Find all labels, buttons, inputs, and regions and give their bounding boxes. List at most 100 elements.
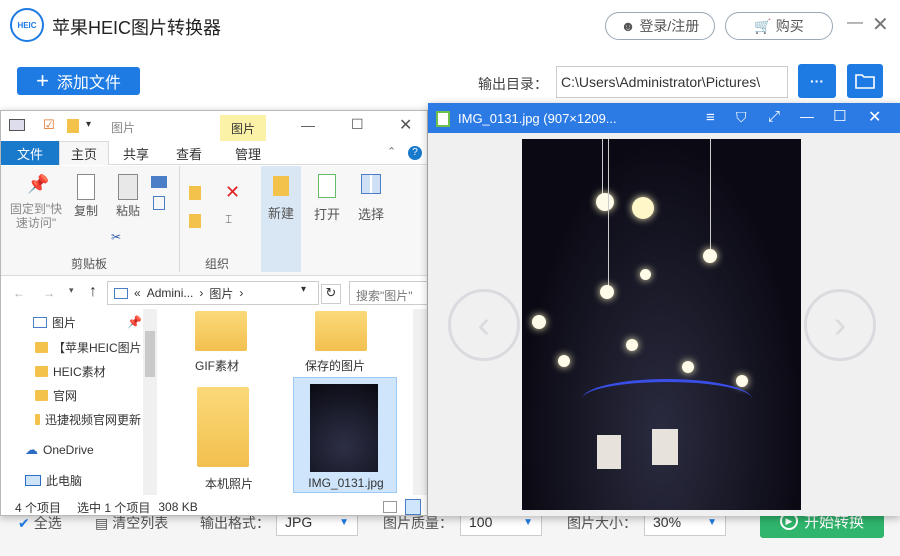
breadcrumb-pictures[interactable]: 图片 — [209, 285, 233, 302]
new-label: 新建 — [267, 206, 294, 221]
rename-icon[interactable]: ⌶ — [225, 212, 232, 227]
file-item-gif[interactable]: GIF素材 — [159, 309, 274, 379]
copy-button[interactable]: 复制 — [69, 174, 103, 218]
address-dropdown-icon[interactable]: ▾ — [301, 284, 306, 295]
dropdown-icon: ▼ — [707, 516, 717, 528]
explorer-title: 图片 — [111, 121, 136, 135]
large-icons-view-icon[interactable] — [405, 499, 421, 515]
login-button[interactable]: ☻ 登录/注册 — [605, 12, 715, 40]
more-button[interactable]: ··· — [798, 64, 836, 98]
folder-icon — [35, 413, 40, 425]
search-input[interactable]: 搜索"图片" — [349, 281, 429, 305]
plus-icon: + — [36, 68, 49, 93]
properties-icon[interactable]: ☑ — [43, 117, 55, 133]
paste-button[interactable]: 粘贴 — [111, 174, 145, 218]
file-label: 保存的图片 — [304, 359, 365, 373]
delete-icon[interactable]: ✕ — [225, 182, 240, 203]
file-list: GIF素材 保存的图片 本机照片 IMG_0131.jpg — [159, 309, 413, 495]
nav-item-pictures[interactable]: 图片 📌 — [33, 311, 142, 333]
nav-label: 迅捷视频官网更新 — [44, 412, 141, 427]
tab-manage[interactable]: 管理 — [225, 141, 271, 165]
paste-shortcut-icon[interactable] — [153, 196, 165, 210]
file-label: GIF素材 — [195, 359, 239, 373]
picture-tools-tab[interactable]: 图片 — [220, 115, 266, 141]
copy-path-icon[interactable] — [151, 176, 167, 188]
tab-file[interactable]: 文件 — [1, 141, 59, 165]
buy-button[interactable]: 🛒 购买 — [725, 12, 833, 40]
new-folder-icon[interactable] — [67, 119, 79, 133]
tab-view[interactable]: 查看 — [166, 141, 212, 165]
file-item-img-0131[interactable]: IMG_0131.jpg — [293, 377, 397, 493]
maximize-icon[interactable]: ☐ — [833, 107, 846, 125]
folder-icon — [195, 311, 247, 351]
select-icon — [361, 174, 381, 194]
close-icon[interactable]: ✕ — [872, 12, 889, 37]
close-icon[interactable]: ✕ — [399, 115, 412, 135]
file-list-scrollbar[interactable] — [413, 309, 427, 495]
nav-item-heic-material[interactable]: HEIC素材 — [35, 360, 106, 382]
explorer-titlebar: ☑ ▾ 图片 图片 — ☐ ✕ — [1, 111, 427, 141]
tab-share[interactable]: 共享 — [113, 141, 159, 165]
nav-item-official-site[interactable]: 官网 — [35, 384, 77, 406]
address-prefix: « — [134, 286, 141, 300]
minimize-icon[interactable]: — — [800, 108, 814, 124]
app-logo: HEIC — [10, 8, 44, 42]
cut-icon[interactable]: ✂ — [111, 230, 121, 244]
menu-icon[interactable]: ≡ — [706, 109, 715, 126]
blue-light-strip — [582, 379, 752, 419]
nav-item-heic-folder[interactable]: 【苹果HEIC图片 — [35, 336, 142, 358]
ribbon-collapse-icon[interactable]: ⌃ — [387, 145, 396, 158]
open-button[interactable]: 打开 — [307, 174, 347, 222]
nav-label: 图片 — [52, 315, 77, 330]
add-file-button[interactable]: + 添加文件 — [17, 67, 140, 95]
minimize-icon[interactable]: — — [301, 117, 315, 133]
file-item-saved-pictures[interactable]: 保存的图片 — [291, 309, 406, 379]
fullscreen-icon[interactable]: ⤢ — [768, 108, 780, 125]
clipboard-group-label: 剪贴板 — [70, 257, 107, 271]
maximize-icon[interactable]: ☐ — [351, 116, 364, 133]
select-label: 选择 — [357, 207, 384, 222]
next-image-button[interactable]: › — [804, 289, 876, 361]
select-button[interactable]: 选择 — [351, 174, 391, 222]
breadcrumb-admin[interactable]: Admini... — [147, 286, 194, 300]
photo-preview — [522, 139, 801, 510]
forward-icon[interactable]: → — [43, 286, 55, 300]
pictures-icon — [33, 316, 47, 328]
navigation-pane: 图片 📌 【苹果HEIC图片 HEIC素材 官网 迅捷视频官网更新 ☁ OneD… — [1, 309, 157, 495]
dropdown-icon: ▼ — [339, 516, 349, 528]
new-folder-icon — [273, 176, 289, 196]
new-button[interactable]: 新建 — [261, 166, 301, 272]
address-bar[interactable]: « Admini... › 图片 › — [107, 281, 319, 305]
output-path-field[interactable]: C:\Users\Administrator\Pictures\ — [556, 66, 788, 98]
paste-icon — [118, 174, 138, 200]
recent-dropdown-icon[interactable]: ▾ — [69, 285, 74, 296]
open-folder-button[interactable] — [847, 64, 883, 98]
pin-quick-access-button[interactable]: 📌 固定到"快速访问" — [7, 174, 65, 230]
move-to-icon[interactable] — [189, 186, 201, 200]
open-icon — [318, 174, 336, 198]
nav-item-onedrive[interactable]: ☁ OneDrive — [25, 439, 94, 461]
copy-to-icon[interactable] — [189, 214, 201, 228]
nav-scrollbar-thumb[interactable] — [145, 331, 155, 377]
nav-scrollbar[interactable] — [143, 309, 157, 495]
poster-right — [652, 429, 678, 465]
details-view-icon[interactable] — [383, 501, 397, 513]
back-icon[interactable]: ← — [13, 286, 25, 300]
up-icon[interactable]: ↑ — [89, 283, 97, 301]
help-icon[interactable]: ? — [408, 146, 422, 160]
nav-item-video-site[interactable]: 迅捷视频官网更新 — [35, 408, 141, 430]
file-label: IMG_0131.jpg — [308, 476, 384, 490]
quick-access-dropdown-icon[interactable]: ▾ — [86, 119, 91, 130]
refresh-icon[interactable]: ↻ — [321, 284, 341, 304]
app-title: 苹果HEIC图片转换器 — [52, 18, 222, 38]
cart-icon: 🛒 — [754, 17, 772, 34]
close-icon[interactable]: ✕ — [868, 107, 881, 127]
file-item-local-photos[interactable]: 本机照片 — [159, 383, 274, 491]
minimize-icon[interactable]: — — [847, 14, 863, 32]
nav-item-this-pc[interactable]: 此电脑 — [25, 469, 82, 491]
size-label: 图片大小： — [567, 515, 637, 531]
skin-icon[interactable]: ⛉ — [736, 109, 747, 126]
tab-home[interactable]: 主页 — [59, 141, 109, 165]
nav-label: 【苹果HEIC图片 — [53, 340, 142, 355]
previous-image-button[interactable]: ‹ — [448, 289, 520, 361]
